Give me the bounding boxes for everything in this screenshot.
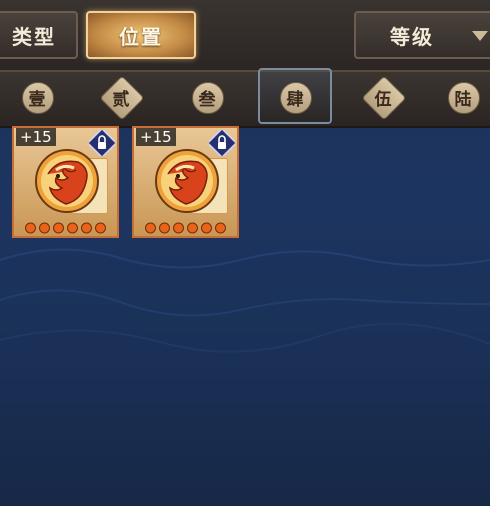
star-icon bbox=[39, 222, 50, 234]
star-rating bbox=[144, 220, 227, 234]
star-icon bbox=[145, 222, 156, 234]
slot-label: 陆 bbox=[454, 89, 472, 110]
star-icon bbox=[159, 222, 170, 234]
equipment-card[interactable]: +15 bbox=[12, 126, 119, 238]
slot-4[interactable]: 肆 bbox=[276, 78, 314, 116]
enhance-level: +15 bbox=[136, 128, 176, 146]
slot-6[interactable]: 陆 bbox=[444, 78, 482, 116]
star-icon bbox=[95, 222, 106, 234]
slot-5[interactable]: 伍 bbox=[361, 75, 407, 121]
slot-2[interactable]: 贰 bbox=[99, 75, 145, 121]
star-icon bbox=[215, 222, 226, 234]
slot-label: 肆 bbox=[286, 89, 304, 110]
phoenix-medal-icon bbox=[155, 149, 219, 213]
star-rating bbox=[24, 220, 107, 234]
star-icon bbox=[25, 222, 36, 234]
tab-type[interactable]: 类型 bbox=[0, 11, 78, 59]
star-icon bbox=[53, 222, 64, 234]
star-icon bbox=[187, 222, 198, 234]
slot-label: 贰 bbox=[112, 89, 130, 110]
background-wave-pattern bbox=[0, 248, 490, 353]
star-icon bbox=[81, 222, 92, 234]
slot-selector-bar bbox=[0, 72, 490, 128]
star-icon bbox=[173, 222, 184, 234]
phoenix-medal-icon bbox=[35, 149, 99, 213]
level-dropdown[interactable]: 等级 bbox=[354, 11, 490, 59]
filter-tab-bar: 类型 位置 等级 bbox=[0, 0, 490, 72]
slot-label: 壹 bbox=[28, 89, 46, 110]
tab-position[interactable]: 位置 bbox=[86, 11, 196, 59]
slot-label: 伍 bbox=[374, 89, 392, 110]
star-icon bbox=[201, 222, 212, 234]
chevron-down-icon bbox=[472, 31, 488, 41]
level-dropdown-label: 等级 bbox=[390, 24, 434, 49]
lock-icon[interactable] bbox=[209, 130, 235, 156]
slot-label: 叁 bbox=[198, 89, 216, 110]
slot-3[interactable]: 叁 bbox=[188, 78, 226, 116]
star-icon bbox=[67, 222, 78, 234]
slot-1[interactable]: 壹 bbox=[18, 78, 56, 116]
enhance-level: +15 bbox=[16, 128, 56, 146]
equipment-card[interactable]: +15 bbox=[132, 126, 239, 238]
lock-icon[interactable] bbox=[89, 130, 115, 156]
